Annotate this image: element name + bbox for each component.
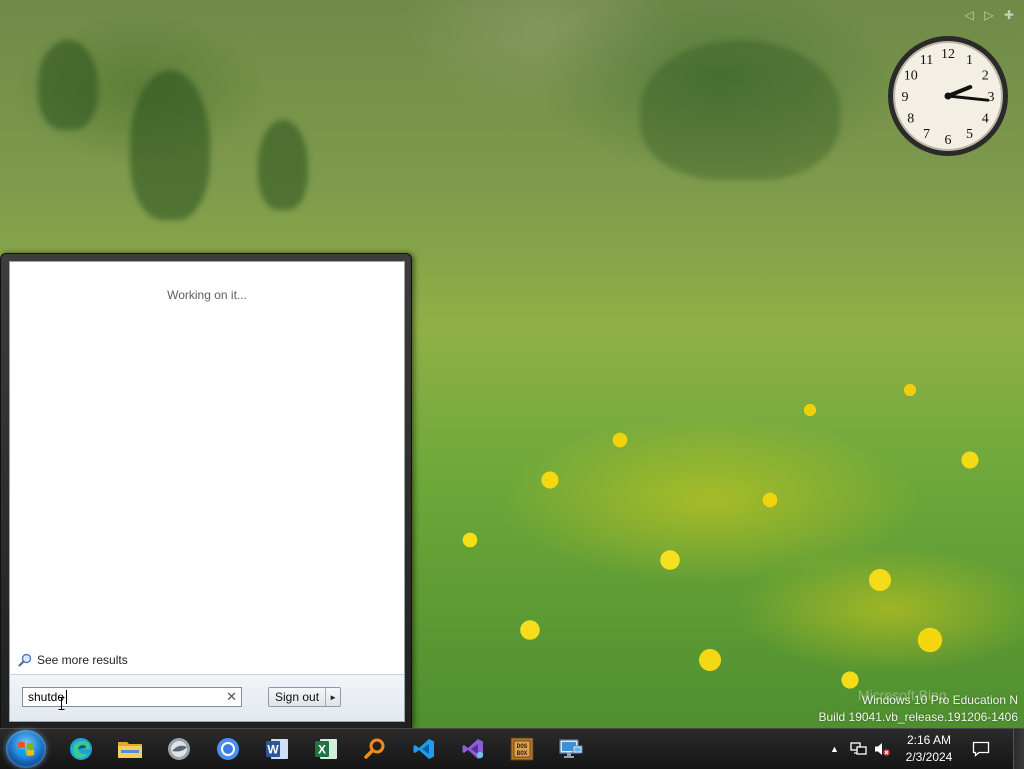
start-search-input[interactable]: shutdo ✕: [22, 687, 242, 707]
show-desktop-button[interactable]: [1013, 729, 1024, 769]
taskbar-search-tool[interactable]: [360, 734, 390, 764]
clock-numeral: 4: [982, 112, 989, 127]
clock-gadget[interactable]: 12 12 3 45678 9 1011: [886, 34, 1010, 158]
clock-numeral: 2: [982, 69, 989, 84]
start-button[interactable]: [6, 730, 46, 768]
wallpaper-flowers: [410, 300, 1024, 728]
taskbar-time: 2:16 AM: [906, 733, 952, 747]
watermark-build: Build 19041.vb_release.191206-1406: [818, 710, 1019, 724]
vscode-icon: [413, 739, 434, 759]
add-gadget-icon[interactable]: ✚: [1002, 8, 1016, 22]
taskbar-visual-studio[interactable]: [458, 734, 488, 764]
taskbar-chrome[interactable]: [213, 734, 243, 764]
word-icon: W: [266, 739, 288, 759]
next-icon[interactable]: ▷: [982, 8, 996, 22]
volume-muted-icon: [875, 743, 890, 756]
clock-numeral: 6: [945, 133, 952, 148]
app-icon: [168, 738, 190, 760]
watermark-edition: Windows 10 Pro Education N: [861, 693, 1018, 707]
clock-numeral: 10: [904, 69, 918, 84]
clock-numeral: 7: [923, 127, 930, 142]
taskbar-date: 2/3/2024: [905, 750, 953, 764]
see-more-results-label: See more results: [37, 653, 128, 667]
svg-text:W: W: [267, 743, 279, 757]
start-menu-results-pane: Working on it... See more results: [9, 261, 405, 675]
taskbar-clock[interactable]: 2:16 AM 2/3/2024: [894, 732, 964, 766]
clear-search-icon[interactable]: ✕: [226, 689, 237, 705]
network-status[interactable]: [850, 729, 868, 769]
start-search-strip: shutdo ✕ Sign out ►: [9, 674, 405, 722]
search-status-text: Working on it...: [167, 288, 247, 302]
taskbar-remote-desktop[interactable]: [556, 734, 586, 764]
magnifier-icon: [364, 738, 385, 759]
taskbar-app[interactable]: [164, 734, 194, 764]
gadget-toolbar: ◁ ▷ ✚: [962, 8, 1016, 22]
power-options-arrow-icon[interactable]: ►: [325, 688, 340, 706]
taskbar-word[interactable]: W: [262, 734, 292, 764]
svg-text:DOS: DOS: [517, 743, 528, 750]
taskbar-dosbox[interactable]: DOS BOX: [507, 734, 537, 764]
svg-text:X: X: [318, 743, 326, 757]
sign-out-button[interactable]: Sign out: [269, 688, 325, 706]
taskbar-file-explorer[interactable]: [115, 734, 145, 764]
chrome-icon: [217, 738, 239, 760]
taskbar-excel[interactable]: X: [311, 734, 341, 764]
text-caret: [66, 690, 67, 704]
edge-icon: [70, 738, 92, 760]
clock-numeral: 1: [966, 53, 973, 68]
wallpaper-tree: [130, 70, 210, 220]
clock-numeral: 3: [988, 90, 995, 105]
ibeam-cursor-icon: [58, 697, 65, 710]
network-icon: [850, 742, 867, 755]
windows-build-watermark: Windows 10 Pro Education N Build 19041.v…: [819, 692, 1019, 726]
excel-icon: X: [315, 739, 337, 759]
volume-status[interactable]: [873, 729, 891, 769]
taskbar-vscode[interactable]: [409, 734, 439, 764]
visual-studio-icon: [462, 739, 484, 759]
magnifier-icon: [18, 653, 32, 667]
power-button-group: Sign out ►: [268, 687, 342, 707]
notification-icon: [972, 741, 990, 757]
svg-text:BOX: BOX: [517, 750, 528, 757]
see-more-results-link[interactable]: See more results: [18, 653, 128, 667]
taskbar: W X DOS BOX ▲ 2:16 AM 2/3/2024: [0, 728, 1024, 769]
clock-numeral: 11: [920, 53, 933, 68]
action-center-button[interactable]: [972, 729, 990, 769]
wallpaper-tree: [258, 120, 308, 210]
clock-numeral: 12: [941, 47, 955, 62]
taskbar-edge[interactable]: [66, 734, 96, 764]
previous-icon[interactable]: ◁: [962, 8, 976, 22]
clock-center: [944, 92, 952, 100]
clock-numeral: 8: [907, 112, 914, 127]
wallpaper-tree: [640, 40, 840, 180]
folder-icon: [118, 742, 142, 758]
remote-desktop-icon: [559, 739, 583, 758]
clock-numeral: 5: [966, 127, 973, 142]
clock-numeral: 9: [902, 90, 909, 105]
windows-flag-icon: [18, 741, 34, 756]
show-hidden-icons-button[interactable]: ▲: [830, 729, 839, 769]
wallpaper-tree: [38, 40, 98, 130]
start-menu: Working on it... See more results shutdo…: [0, 253, 412, 729]
dosbox-icon: DOS BOX: [510, 737, 534, 761]
chevron-up-icon: ▲: [830, 744, 839, 754]
